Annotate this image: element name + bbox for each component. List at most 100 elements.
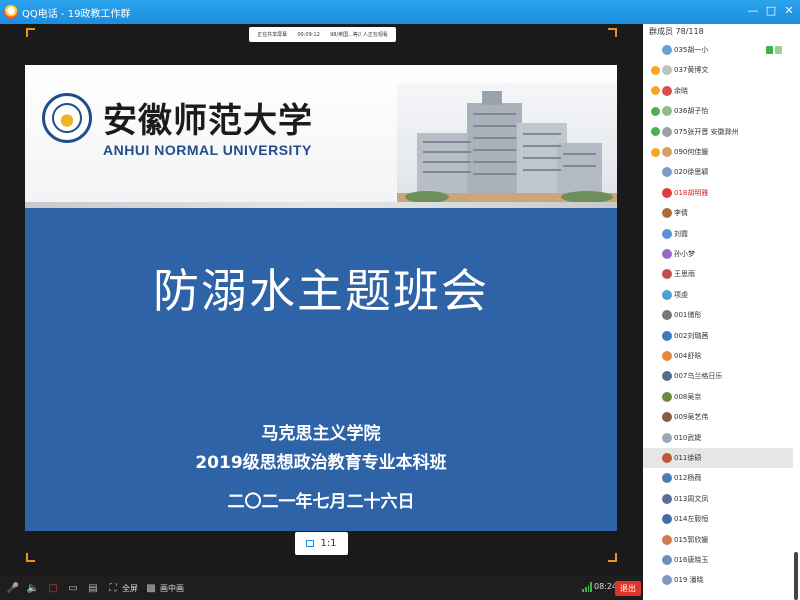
member-name: 001储彤 <box>674 311 702 320</box>
member-row[interactable]: 014左毅恒 <box>643 509 793 529</box>
member-row[interactable]: 036胡子怡 <box>643 101 793 121</box>
member-badge-icon <box>651 209 660 218</box>
member-row[interactable]: 019 潘晓 <box>643 570 793 590</box>
member-name: 余晓 <box>674 86 688 95</box>
member-name: 刘霞 <box>674 229 688 238</box>
member-row[interactable]: 004舒晗 <box>643 346 793 366</box>
slide-college: 马克思主义学院 <box>261 424 381 444</box>
member-row[interactable]: 008吴京 <box>643 387 793 407</box>
ratio-button[interactable]: 1:1 <box>295 532 348 555</box>
avatar <box>662 106 672 117</box>
member-row[interactable]: 075张开晋 安徽滁州 <box>643 122 793 142</box>
avatar <box>662 126 672 137</box>
member-badge-icon <box>651 392 660 401</box>
avatar <box>662 65 672 76</box>
minimize-icon[interactable]: — <box>744 0 762 24</box>
slide-divider <box>25 202 617 208</box>
member-row[interactable]: 011徐硕 <box>643 448 793 468</box>
campus-building-image <box>397 83 617 205</box>
slide-class: 2019级思想政治教育专业本科班 <box>195 453 447 473</box>
avatar <box>662 575 672 586</box>
member-row[interactable]: 002刘璐茜 <box>643 326 793 346</box>
member-name: 036胡子怡 <box>674 107 709 116</box>
member-badge-icon <box>651 576 660 585</box>
slide-header: 安徽师范大学 ANHUI NORMAL UNIVERSITY <box>25 65 617 208</box>
member-badge-icon <box>651 270 660 279</box>
member-row[interactable]: 001储彤 <box>643 305 793 325</box>
avatar <box>662 412 672 423</box>
member-name: 013周文凤 <box>674 494 709 503</box>
member-row[interactable]: 012杨薇 <box>643 468 793 488</box>
fullscreen-label[interactable]: 全屏 <box>122 583 138 594</box>
avatar <box>662 534 672 545</box>
member-name: 012杨薇 <box>674 474 702 483</box>
member-badge-icon <box>651 515 660 524</box>
member-row[interactable]: 037黄博文 <box>643 60 793 80</box>
member-name: 016唐晓玉 <box>674 556 709 564</box>
member-name: 李倩 <box>674 209 688 218</box>
member-name: 018胡明雅 <box>674 188 709 197</box>
frame-corner <box>608 28 617 37</box>
avatar <box>662 187 672 198</box>
member-row[interactable]: 013周文凤 <box>643 489 793 509</box>
member-badge-icon <box>651 352 660 361</box>
member-name: 项虔 <box>674 290 688 299</box>
member-badge-icon <box>651 311 660 320</box>
avatar <box>662 391 672 402</box>
member-row[interactable]: 李倩 <box>643 203 793 223</box>
member-row[interactable]: 孙小梦 <box>643 244 793 264</box>
title-bar: QQ电话 - 19政教工作群 — □ ✕ <box>0 0 800 24</box>
exit-call-button[interactable]: 退出 <box>615 581 641 596</box>
member-name: 011徐硕 <box>674 454 702 462</box>
member-row[interactable]: 010武婕 <box>643 428 793 448</box>
member-name: 037黄博文 <box>674 66 709 75</box>
member-name: 010武婕 <box>674 433 702 442</box>
member-row[interactable]: 刘霞 <box>643 224 793 244</box>
pip-label[interactable]: 画中画 <box>160 583 184 594</box>
university-name-en: ANHUI NORMAL UNIVERSITY <box>103 142 312 158</box>
restore-icon[interactable]: □ <box>762 0 780 24</box>
member-row[interactable]: 016唐晓玉 <box>643 550 793 570</box>
speaking-indicator-icon <box>766 46 782 54</box>
present-icon[interactable]: ▤ <box>86 581 100 595</box>
pip-icon[interactable]: ▩ <box>144 581 158 595</box>
member-badge-icon <box>651 535 660 544</box>
member-row[interactable]: 020徐思颖 <box>643 162 793 182</box>
member-row[interactable]: 项虔 <box>643 285 793 305</box>
member-row[interactable]: 009吴艺伟 <box>643 407 793 427</box>
camera-off-icon[interactable]: ▢ <box>46 581 60 595</box>
avatar <box>662 208 672 219</box>
avatar <box>662 330 672 341</box>
screen-share-icon[interactable]: ▭ <box>66 581 80 595</box>
speaker-icon[interactable]: 🔈 <box>26 581 40 595</box>
member-row[interactable]: 035胡一小 <box>643 40 793 60</box>
frame-corner <box>26 553 35 562</box>
admin-badge-icon <box>651 106 660 116</box>
frame-corner <box>26 28 35 37</box>
close-icon[interactable]: ✕ <box>780 0 798 24</box>
member-count-header: 群成员 78/118 <box>649 27 704 36</box>
call-toolbar: 🎤 🔈 ▢ ▭ ▤ ⛶ 全屏 ▩ 画中画 08:24 退出 <box>0 576 643 600</box>
member-row[interactable]: 090何佳媛 <box>643 142 793 162</box>
member-row[interactable]: 007乌兰格日乐 <box>643 366 793 386</box>
shared-screen-area: 正在共享屏幕 00:09:12 98/英国...等// 人正在观看 安徽师范大学… <box>0 24 643 576</box>
member-row[interactable]: 余晓 <box>643 81 793 101</box>
avatar <box>662 514 672 525</box>
university-emblem-icon <box>42 93 92 143</box>
avatar <box>662 555 672 565</box>
member-name: 075张开晋 安徽滁州 <box>674 127 739 136</box>
share-status-bar: 正在共享屏幕 00:09:12 98/英国...等// 人正在观看 <box>249 27 396 42</box>
mic-muted-icon[interactable]: 🎤 <box>6 581 20 595</box>
avatar <box>662 371 672 382</box>
slide-date: 二〇二一年七月二十六日 <box>227 492 415 512</box>
member-list-scrollbar[interactable] <box>794 552 798 600</box>
avatar <box>662 85 672 96</box>
member-row[interactable]: 王思雨 <box>643 264 793 284</box>
admin-badge-icon <box>651 127 660 137</box>
member-row[interactable]: 018胡明雅 <box>643 183 793 203</box>
fullscreen-icon[interactable]: ⛶ <box>106 581 120 595</box>
member-name: 015郭欣媛 <box>674 535 709 544</box>
member-badge-icon <box>651 250 660 259</box>
member-badge-icon <box>651 494 660 503</box>
member-row[interactable]: 015郭欣媛 <box>643 530 793 550</box>
